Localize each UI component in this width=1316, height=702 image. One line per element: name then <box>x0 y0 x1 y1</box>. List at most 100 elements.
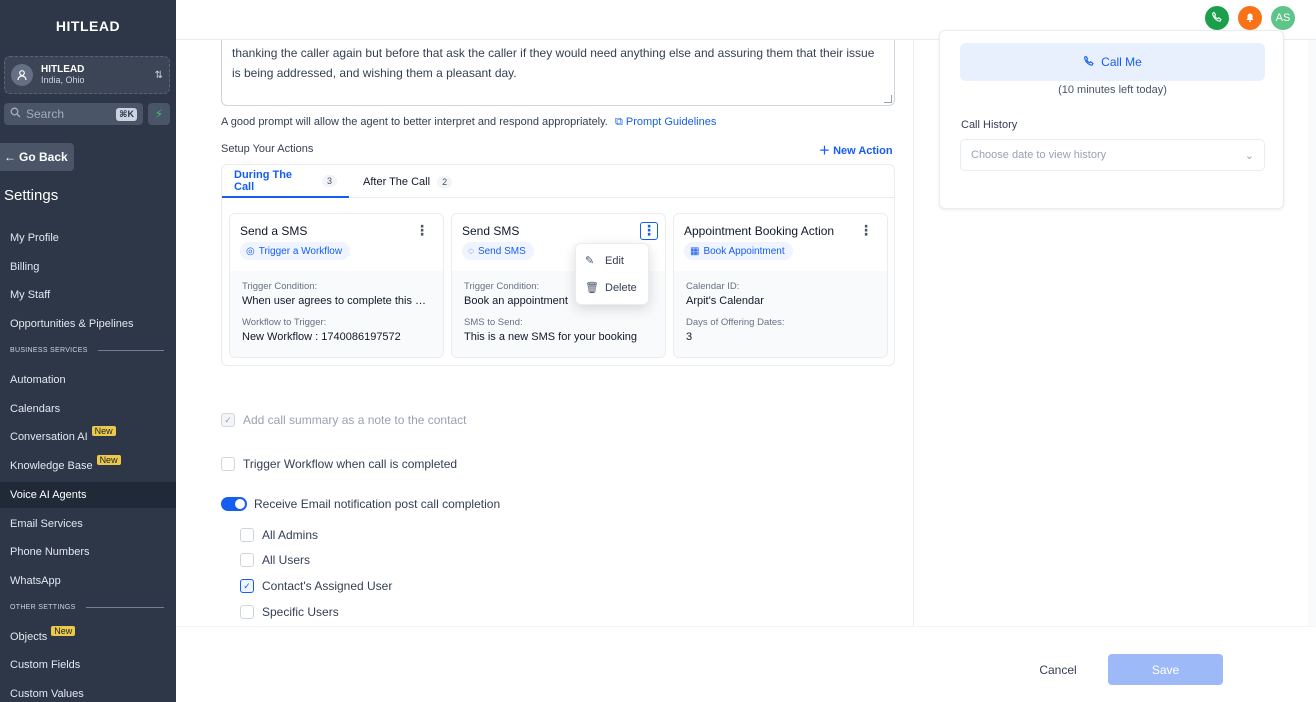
tab-count: 3 <box>321 174 337 187</box>
search-input[interactable]: Search ⌘K <box>4 103 143 125</box>
sidebar-item-label: Custom Values <box>10 688 84 700</box>
sidebar-item-phone-numbers[interactable]: Phone Numbers <box>0 539 176 565</box>
checkbox[interactable] <box>240 553 254 567</box>
resize-handle[interactable] <box>884 95 892 103</box>
action-type-chip: ◎ Trigger a Workflow <box>240 242 351 260</box>
sidebar-item-custom-values[interactable]: Custom Values <box>0 681 176 702</box>
chevron-updown-icon: ⇅ <box>154 69 163 81</box>
recipient-specific-users[interactable]: Specific Users <box>240 605 339 619</box>
tab-label: After The Call <box>363 175 431 188</box>
detail-value: This is a new SMS for your booking <box>464 331 638 343</box>
sidebar-item-knowledge-base[interactable]: Knowledge Base New <box>0 453 176 479</box>
card-menu-button[interactable]: ⋮ <box>640 222 658 240</box>
sidebar-item-label: Calendars <box>10 403 61 415</box>
sidebar-item-label: Conversation AI <box>10 431 88 443</box>
recipient-all-admins[interactable]: All Admins <box>240 528 318 542</box>
new-badge: New <box>91 426 116 436</box>
detail-value: Arpit's Calendar <box>686 295 764 307</box>
settings-title: Settings <box>4 187 59 204</box>
sidebar-item-calendars[interactable]: Calendars <box>0 396 176 422</box>
sidebar-item-label: Email Services <box>10 518 83 530</box>
save-button[interactable]: Save <box>1108 654 1223 685</box>
sidebar-item-custom-fields[interactable]: Custom Fields <box>0 652 176 678</box>
recipient-assigned-user[interactable]: ✓ Contact's Assigned User <box>240 579 392 593</box>
tab-during-call[interactable]: During The Call 3 <box>222 165 349 198</box>
scrollbar[interactable] <box>1308 40 1316 626</box>
checkbox-checked[interactable]: ✓ <box>240 579 254 593</box>
user-avatar[interactable]: AS <box>1271 6 1295 30</box>
sidebar-item-email-services[interactable]: Email Services <box>0 511 176 537</box>
actions-panel: During The Call 3 After The Call 2 Send a … <box>221 164 895 366</box>
sidebar-item-voice-ai-agents[interactable]: Voice AI Agents <box>0 482 176 508</box>
tab-label: During The Call <box>234 168 293 193</box>
card-title: Send a SMS <box>240 224 308 238</box>
checkbox[interactable] <box>221 457 235 471</box>
prompt-guidelines-label: Prompt Guidelines <box>625 116 717 128</box>
sidebar-item-label: WhatsApp <box>10 575 61 587</box>
section-label-text: OTHER SETTINGS <box>10 604 76 611</box>
tab-count: 2 <box>437 175 453 188</box>
tab-after-call[interactable]: After The Call 2 <box>351 165 464 198</box>
play-circle-icon: ◎ <box>246 245 255 257</box>
cancel-button[interactable]: Cancel <box>1026 656 1090 684</box>
notifications-button[interactable] <box>1238 6 1262 30</box>
sidebar-item-label: My Profile <box>10 232 59 244</box>
menu-item-delete[interactable]: 🗑 Delete <box>576 274 648 301</box>
checkbox-checked-disabled[interactable]: ✓ <box>221 413 235 427</box>
new-badge: New <box>96 455 121 465</box>
card-title: Send SMS <box>462 224 520 238</box>
chip-label: Trigger a Workflow <box>258 245 343 257</box>
sidebar-item-opportunities[interactable]: Opportunities & Pipelines <box>0 311 176 337</box>
checkbox[interactable] <box>240 605 254 619</box>
date-placeholder: Choose date to view history <box>971 149 1107 161</box>
sidebar: HITLEAD HITLEAD India, Ohio ⇅ Search ⌘K … <box>0 0 176 702</box>
sidebar-item-my-staff[interactable]: My Staff <box>0 282 176 308</box>
menu-item-edit[interactable]: ✎ Edit <box>576 247 648 274</box>
sidebar-item-conversation-ai[interactable]: Conversation AI New <box>0 424 176 450</box>
sidebar-item-my-profile[interactable]: My Profile <box>0 225 176 251</box>
prompt-guidelines-link[interactable]: ⧉ Prompt Guidelines <box>615 116 716 128</box>
action-card-appointment-booking: Appointment Booking Action ⋮ ▦ Book Appoi… <box>673 213 888 358</box>
detail-value: 3 <box>686 331 693 343</box>
detail-label: Days of Offering Dates: <box>686 317 785 328</box>
prompt-textarea[interactable]: thanking the caller again but before tha… <box>221 40 895 106</box>
section-label-text: BUSINESS SERVICES <box>10 347 88 354</box>
location-switcher[interactable]: HITLEAD India, Ohio ⇅ <box>4 56 170 94</box>
option-label: Specific Users <box>262 605 339 619</box>
phone-icon <box>1211 11 1223 26</box>
sidebar-item-objects[interactable]: Objects New <box>0 624 176 650</box>
lightning-icon: ⚡ <box>154 107 164 121</box>
phone-button[interactable] <box>1205 6 1229 30</box>
avatar-initials: AS <box>1275 12 1291 24</box>
call-history-date-select[interactable]: Choose date to view history ⌄ <box>960 139 1265 171</box>
sidebar-item-billing[interactable]: Billing <box>0 254 176 280</box>
toggle-switch[interactable] <box>221 497 247 511</box>
quick-actions-button[interactable]: ⚡ <box>148 103 170 125</box>
new-badge: New <box>51 626 76 636</box>
trash-icon: 🗑 <box>585 282 599 294</box>
location-address: India, Ohio <box>41 75 85 85</box>
sidebar-item-automation[interactable]: Automation <box>0 367 176 393</box>
sidebar-item-label: Custom Fields <box>10 659 81 671</box>
option-label: Contact's Assigned User <box>262 579 393 593</box>
email-notification-option[interactable]: Receive Email notification post call com… <box>221 497 500 511</box>
go-back-button[interactable]: ← Go Back <box>0 143 74 171</box>
action-card-send-a-sms: Send a SMS ⋮ ◎ Trigger a Workflow Trigger… <box>229 213 444 358</box>
message-icon: ◌ <box>468 245 474 257</box>
chip-label: Book Appointment <box>703 245 785 257</box>
location-icon <box>11 64 33 86</box>
checkbox[interactable] <box>240 528 254 542</box>
card-menu-button[interactable]: ⋮ <box>859 223 873 237</box>
sidebar-item-whatsapp[interactable]: WhatsApp <box>0 568 176 594</box>
call-summary-option[interactable]: ✓ Add call summary as a note to the cont… <box>221 413 466 427</box>
footer-bar: Cancel Save <box>176 626 1316 702</box>
search-icon <box>10 107 21 121</box>
new-action-button[interactable]: ＋ New Action <box>819 142 893 158</box>
sidebar-item-label: Objects <box>10 631 48 643</box>
call-me-button[interactable]: Call Me <box>960 43 1265 81</box>
helper-text: A good prompt will allow the agent to be… <box>221 116 608 128</box>
card-menu-button[interactable]: ⋮ <box>415 223 429 237</box>
recipient-all-users[interactable]: All Users <box>240 553 310 567</box>
trigger-workflow-option[interactable]: Trigger Workflow when call is completed <box>221 457 457 471</box>
option-label: Add call summary as a note to the contac… <box>243 413 467 427</box>
